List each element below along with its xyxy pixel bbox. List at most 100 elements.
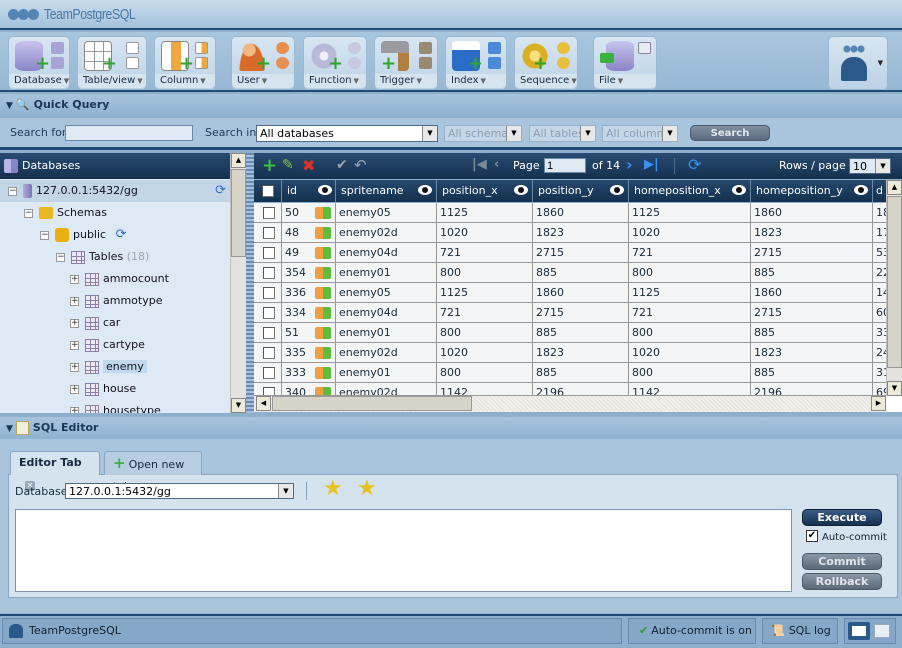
cell-position-y[interactable]: 1823: [533, 343, 629, 363]
sql-editor-header[interactable]: ▼ SQL Editor: [0, 417, 902, 439]
first-page-icon[interactable]: |◀: [472, 157, 487, 172]
cell-homeposition-y[interactable]: 2196: [751, 383, 873, 395]
expand-toggle[interactable]: +: [70, 340, 79, 350]
last-page-icon[interactable]: ▶|: [644, 157, 659, 172]
edit-record-icon[interactable]: [315, 347, 331, 359]
edit-record-icon[interactable]: [315, 367, 331, 379]
collapse-icon[interactable]: ▼: [6, 101, 13, 111]
eye-icon[interactable]: [318, 185, 332, 195]
layout-split-icon[interactable]: [848, 622, 870, 640]
cell-position-y[interactable]: 1860: [533, 283, 629, 303]
edit-record-icon[interactable]: [315, 327, 331, 339]
sequence-button[interactable]: + Sequence ▼: [514, 36, 578, 90]
cell-spritename[interactable]: enemy01: [336, 263, 437, 283]
eye-icon[interactable]: [854, 185, 868, 195]
search-button[interactable]: Search: [690, 125, 770, 141]
row-checkbox[interactable]: [263, 387, 275, 395]
cell-extra[interactable]: 18: [873, 203, 886, 223]
auto-commit-checkbox[interactable]: ✔: [806, 530, 818, 542]
eye-icon[interactable]: [610, 185, 624, 195]
cell-homeposition-x[interactable]: 800: [629, 263, 751, 283]
table-row[interactable]: 354enemy0180088580088522: [254, 263, 886, 283]
tree-table-ammotype[interactable]: + ammotype: [70, 291, 162, 311]
scroll-thumb[interactable]: [887, 196, 902, 368]
edit-record-icon[interactable]: [315, 267, 331, 279]
row-checkbox[interactable]: [263, 347, 275, 359]
cell-homeposition-y[interactable]: 885: [751, 363, 873, 383]
expand-toggle[interactable]: +: [70, 318, 79, 328]
refresh-icon[interactable]: ⟳: [688, 155, 701, 174]
search-in-select[interactable]: All databases ▼: [256, 125, 438, 142]
tree-scrollbar[interactable]: ▲ ▼: [230, 153, 246, 413]
tree-schemas[interactable]: − Schemas: [24, 203, 107, 223]
cell-homeposition-x[interactable]: 721: [629, 243, 751, 263]
sql-log-button[interactable]: 📜 SQL log: [762, 618, 838, 644]
column-header-spritename[interactable]: spritename: [336, 180, 437, 202]
cell-extra[interactable]: 17: [873, 223, 886, 243]
execute-button[interactable]: Execute: [802, 509, 882, 526]
column-header-homeposition-x[interactable]: homeposition_x: [629, 180, 751, 202]
cell-position-x[interactable]: 1125: [437, 203, 533, 223]
cell-id[interactable]: 51: [282, 323, 309, 343]
file-button[interactable]: File ▼: [593, 36, 657, 90]
row-checkbox[interactable]: [263, 267, 275, 279]
tab-editor[interactable]: Editor Tab✕: [10, 451, 100, 491]
cell-spritename[interactable]: enemy02d: [336, 343, 437, 363]
table-row[interactable]: 50enemy05112518601125186018: [254, 203, 886, 223]
collapse-toggle[interactable]: −: [56, 252, 65, 262]
layout-grid-icon[interactable]: [874, 624, 890, 638]
refresh-icon[interactable]: ⟳: [116, 227, 127, 242]
table-view-button[interactable]: + Table/view ▼: [77, 36, 147, 90]
cell-id[interactable]: 335: [282, 343, 309, 363]
user-button[interactable]: + User ▼: [231, 36, 295, 90]
edit-row-icon[interactable]: ✎: [282, 157, 294, 173]
scroll-down-icon[interactable]: ▼: [887, 381, 902, 396]
cell-extra[interactable]: 60: [873, 303, 886, 323]
table-row[interactable]: 334enemy04d7212715721271560: [254, 303, 886, 323]
cell-id[interactable]: 354: [282, 263, 309, 283]
schemas-select[interactable]: All schemas ▼: [444, 125, 522, 142]
scroll-up-icon[interactable]: ▲: [231, 153, 246, 168]
cell-id[interactable]: 340: [282, 383, 309, 395]
table-row[interactable]: 48enemy02d102018231020182317: [254, 223, 886, 243]
row-checkbox[interactable]: [263, 367, 275, 379]
cell-homeposition-x[interactable]: 721: [629, 303, 751, 323]
edit-record-icon[interactable]: [315, 387, 331, 395]
quick-query-header[interactable]: ▼ 🔍 Quick Query: [0, 94, 902, 116]
cell-homeposition-x[interactable]: 800: [629, 363, 751, 383]
row-checkbox[interactable]: [263, 227, 275, 239]
cell-extra[interactable]: 53: [873, 243, 886, 263]
cell-position-x[interactable]: 721: [437, 243, 533, 263]
cell-id[interactable]: 334: [282, 303, 309, 323]
open-new-tab-button[interactable]: +Open new tab: [104, 451, 202, 493]
cell-homeposition-y[interactable]: 1860: [751, 283, 873, 303]
collapse-icon[interactable]: ▼: [6, 424, 13, 434]
cell-id[interactable]: 333: [282, 363, 309, 383]
previous-page-icon[interactable]: ‹: [494, 157, 499, 172]
edit-record-icon[interactable]: [315, 307, 331, 319]
tree-connection[interactable]: −127.0.0.1:5432/gg ⟳: [8, 181, 230, 201]
scroll-thumb[interactable]: [231, 169, 246, 257]
function-button[interactable]: + Function ▼: [303, 36, 367, 90]
cell-position-y[interactable]: 885: [533, 323, 629, 343]
expand-toggle[interactable]: +: [70, 296, 79, 306]
favorite-open-icon[interactable]: ★: [323, 478, 343, 500]
column-header-id[interactable]: id: [282, 180, 336, 202]
table-row[interactable]: 49enemy04d7212715721271553: [254, 243, 886, 263]
cell-homeposition-x[interactable]: 1125: [629, 203, 751, 223]
scroll-up-icon[interactable]: ▲: [887, 180, 902, 195]
database-button[interactable]: + Database ▼: [8, 36, 70, 90]
delete-row-icon[interactable]: ✖: [302, 156, 315, 175]
row-checkbox[interactable]: [263, 307, 275, 319]
collapse-toggle[interactable]: −: [24, 208, 33, 218]
cell-homeposition-y[interactable]: 1823: [751, 343, 873, 363]
cell-position-y[interactable]: 1823: [533, 223, 629, 243]
cell-id[interactable]: 336: [282, 283, 309, 303]
add-row-icon[interactable]: +: [262, 155, 277, 176]
cell-extra[interactable]: 14: [873, 283, 886, 303]
cell-position-x[interactable]: 1020: [437, 343, 533, 363]
collapse-toggle[interactable]: −: [40, 230, 49, 240]
cell-spritename[interactable]: enemy02d: [336, 223, 437, 243]
cell-homeposition-y[interactable]: 885: [751, 323, 873, 343]
tree-table-housetype[interactable]: + housetype: [70, 401, 161, 413]
